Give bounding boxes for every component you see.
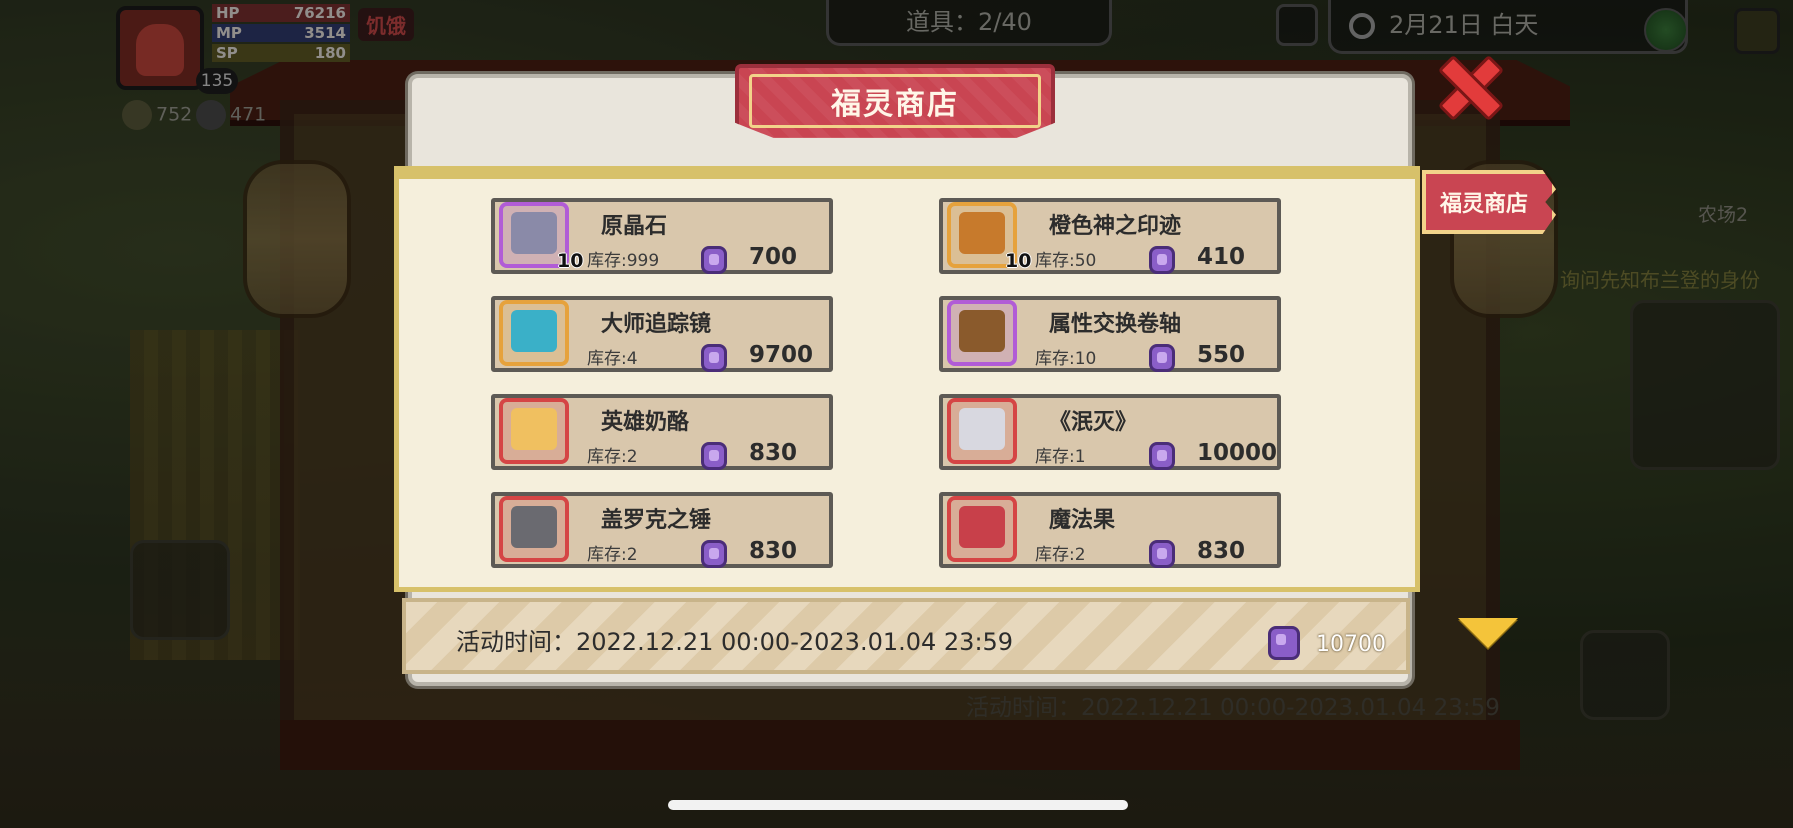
item-thumbnail	[493, 298, 575, 372]
shop-item-list[interactable]: 10 原晶石库存:999 700 10 橙色神之印迹库存:50 410 大师追踪镜库存:4 9…	[394, 166, 1420, 592]
orange-sigil-icon	[959, 212, 1005, 254]
tab-fuling-shop[interactable]: 福灵商店	[1422, 170, 1556, 234]
item-name: 盖罗克之锤	[601, 508, 712, 533]
shop-title-banner: 福灵商店	[735, 64, 1055, 154]
item-price: 410	[1197, 244, 1246, 270]
item-quantity: 10	[1005, 250, 1032, 272]
spirit-coin-icon	[701, 246, 727, 274]
item-price: 830	[749, 440, 798, 466]
item-thumbnail: 10	[941, 200, 1031, 274]
item-thumbnail	[941, 494, 1023, 568]
item-price: 550	[1197, 342, 1246, 368]
item-thumbnail	[941, 298, 1023, 372]
item-thumbnail	[493, 494, 575, 568]
spirit-coin-icon	[1149, 540, 1175, 568]
item-thumbnail	[493, 396, 575, 470]
close-icon[interactable]	[1438, 56, 1496, 114]
spirit-coin-icon	[701, 344, 727, 372]
shop-item-card[interactable]: 魔法果库存:2 830	[939, 492, 1281, 568]
spirit-coin-icon	[701, 540, 727, 568]
shop-item-card[interactable]: 英雄奶酪库存:2 830	[491, 394, 833, 470]
exchange-scroll-icon	[959, 310, 1005, 352]
shop-item-card[interactable]: 《泯灭》库存:1 10000	[939, 394, 1281, 470]
hammer-icon	[511, 506, 557, 548]
cheese-icon	[511, 408, 557, 450]
shop-item-card[interactable]: 属性交换卷轴库存:10 550	[939, 296, 1281, 372]
item-price: 700	[749, 244, 798, 270]
shop-item-card[interactable]: 大师追踪镜库存:4 9700	[491, 296, 833, 372]
item-name: 橙色神之印迹	[1049, 214, 1182, 239]
shop-title: 福灵商店	[831, 87, 959, 122]
shop-footer: 活动时间：2022.12.21 00:00-2023.01.04 23:59 1…	[402, 598, 1410, 674]
currency-balance-value: 10700	[1316, 632, 1386, 657]
item-stock: 库存:10	[1035, 349, 1097, 369]
item-stock: 库存:2	[587, 447, 638, 467]
tracking-goggles-icon	[511, 310, 557, 352]
item-stock: 库存:999	[587, 251, 660, 271]
item-name: 《泯灭》	[1049, 410, 1138, 435]
item-price: 830	[1197, 538, 1246, 564]
shop-item-card[interactable]: 10 橙色神之印迹库存:50 410	[939, 198, 1281, 274]
item-price: 10000	[1197, 440, 1278, 466]
item-stock: 库存:2	[587, 545, 638, 565]
crystal-ore-icon	[511, 212, 557, 254]
magic-fruit-icon	[959, 506, 1005, 548]
item-stock: 库存:2	[1035, 545, 1086, 565]
shop-item-card[interactable]: 盖罗克之锤库存:2 830	[491, 492, 833, 568]
item-stock: 库存:4	[587, 349, 638, 369]
item-quantity: 10	[557, 250, 584, 272]
item-name: 魔法果	[1049, 508, 1116, 533]
scroll-down-arrow-icon[interactable]	[1458, 618, 1518, 648]
item-price: 9700	[749, 342, 814, 368]
shop-title-frame: 福灵商店	[749, 74, 1041, 128]
item-name: 大师追踪镜	[601, 312, 712, 337]
spirit-coin-icon	[1149, 344, 1175, 372]
item-stock: 库存:1	[1035, 447, 1086, 467]
shop-item-card[interactable]: 10 原晶石库存:999 700	[491, 198, 833, 274]
home-indicator[interactable]	[668, 800, 1128, 810]
item-thumbnail: 10	[493, 200, 583, 274]
item-name: 属性交换卷轴	[1049, 312, 1182, 337]
item-stock: 库存:50	[1035, 251, 1097, 271]
spirit-coin-icon	[1149, 442, 1175, 470]
spirit-coin-icon	[1268, 626, 1300, 660]
activity-time: 活动时间：2022.12.21 00:00-2023.01.04 23:59	[456, 628, 1014, 656]
spirit-coin-icon	[701, 442, 727, 470]
cannon-weapon-icon	[959, 408, 1005, 450]
item-thumbnail	[941, 396, 1023, 470]
spirit-coin-icon	[1149, 246, 1175, 274]
item-name: 英雄奶酪	[601, 410, 690, 435]
side-tab-label: 福灵商店	[1439, 192, 1528, 217]
item-price: 830	[749, 538, 798, 564]
item-name: 原晶石	[601, 214, 668, 239]
